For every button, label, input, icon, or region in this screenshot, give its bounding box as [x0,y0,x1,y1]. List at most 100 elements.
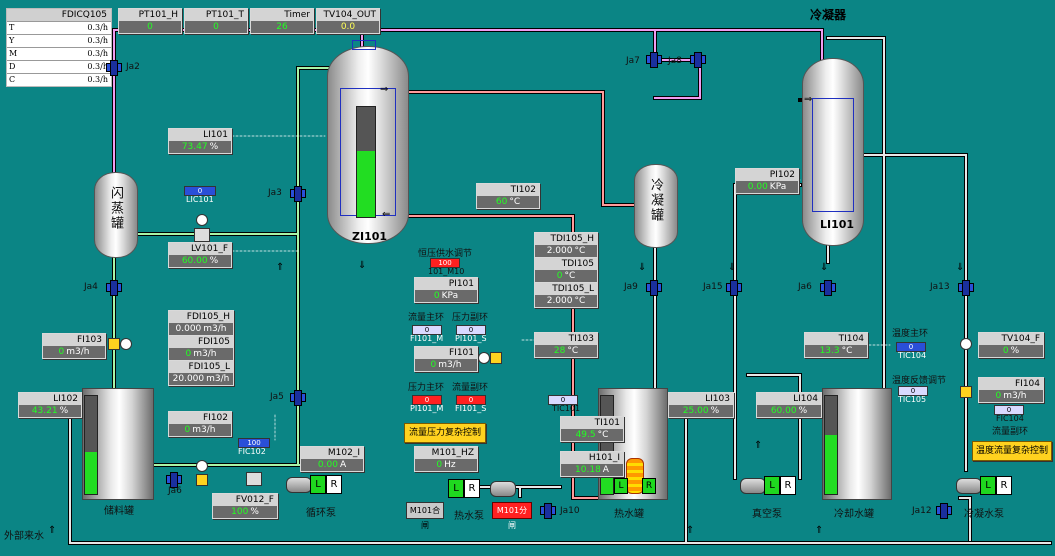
pt101t-tag[interactable]: PT101_T 0 [184,8,248,34]
li101-column-label: LI101 [820,218,855,231]
valve-ja8[interactable] [690,52,706,68]
valve-ja3[interactable] [290,186,306,202]
down-arrow-icon: ⇓ [820,262,829,273]
hot-water-pump-label: 热水泵 [454,511,484,522]
lv101-valve-body[interactable] [194,228,210,242]
pump-remote-button[interactable]: R [996,476,1012,495]
ti104-tag[interactable]: TI104 13.3 °C [804,332,868,358]
fic104-label: FIC104 [996,414,1024,423]
valve-ja10-label: Ja10 [560,506,580,516]
valve-ja6[interactable] [166,472,182,488]
table-row: T 0.3/h [7,21,111,34]
ti102-tag[interactable]: TI102 60 °C [476,183,540,209]
fi103-tag[interactable]: FI103 0 m3/h [42,333,106,359]
valve-ja4[interactable] [106,280,122,296]
pump-remote-button[interactable]: R [780,476,796,495]
h101i-tag[interactable]: H101_I 10.18 A [560,451,624,477]
tank-remote-button[interactable]: R [642,478,656,494]
tank-local-button[interactable]: L [614,478,628,494]
valve-ja5[interactable] [290,390,306,406]
timer-tag[interactable]: Timer 26 [250,8,314,34]
lv101f-tag[interactable]: LV101_F 60.00% [168,242,232,268]
m101-tag-label: 101_M10 [428,267,465,276]
valve-ja9-label: Ja9 [624,282,638,292]
ti103-tag[interactable]: TI103 28 °C [534,332,598,358]
pi101-tag[interactable]: PI101 0 KPa [414,277,478,303]
pt101h-tag[interactable]: PT101_H 0 [118,8,182,34]
cooling-water-pump[interactable]: L R [956,475,1012,495]
condenser-title: 冷凝器 [810,8,847,22]
valve-ja7[interactable] [646,52,662,68]
tdi105l-tag[interactable]: TDI105_L 2.000 °C [534,282,598,308]
flow-sub-loop-label: 流量副环 [452,383,489,393]
li104-tag[interactable]: LI104 60.00% [756,392,822,418]
pump-remote-button[interactable]: R [326,475,342,494]
fdi105h-tag[interactable]: FDI105_H 0.000 m3/h [168,310,234,336]
flow-sub-loop-2-label: 流量副环 [992,427,1029,437]
fi101-flowmeter-icon[interactable] [490,352,502,364]
valve-ja15[interactable] [726,280,742,296]
condenser-tank-label: 冷凝罐 [648,178,663,223]
ti101-tag[interactable]: TI101 49.5 °C [560,416,624,442]
temp-flow-complex-control-button[interactable]: 温度流量复杂控制 [972,441,1052,461]
fdicq105-panel: FDICQ105 T 0.3/h Y 0.3/h M 0.3/h D 0.3/h C 0.… [6,8,112,87]
pipe-network [68,28,1052,545]
fi102-tag[interactable]: FI102 0 m3/h [168,411,232,437]
zi101-top-nozzle [352,40,376,50]
pump-local-button[interactable]: L [980,476,996,495]
fv012f-tag[interactable]: FV012_F 100% [212,493,278,519]
li104-level-fill [825,435,837,494]
pump-local-button[interactable]: L [764,476,780,495]
tv104-out-tag[interactable]: TV104_OUT 0.0 [316,8,380,34]
tdi105-tag[interactable]: TDI105 0 °C [534,257,598,283]
down-arrow-icon: ⇓ [638,262,647,273]
li102-level-fill [85,451,97,494]
pump-remote-button[interactable]: R [464,479,480,498]
fi101m-label: FI101_M [410,334,444,343]
pressure-flow-complex-control-button[interactable]: 流量压力复杂控制 [404,423,486,443]
pump-local-button[interactable]: L [448,479,464,498]
m101-open-button[interactable]: M101分闸 [492,502,532,530]
valve-ja9[interactable] [646,280,662,296]
outlet-arrow-icon: ⇐ [382,209,391,220]
tv104-valve-icon[interactable] [960,338,972,350]
fi103-flowmeter-icon[interactable] [108,338,120,350]
li101-tag[interactable]: LI101 73.47% [168,128,232,154]
m101hz-tag[interactable]: M101_HZ 0 Hz [414,446,478,472]
valve-ja12[interactable] [936,503,952,519]
fdi105l-tag[interactable]: FDI105_L 20.000 m3/h [168,360,234,386]
tv104f-tag[interactable]: TV104_F 0% [978,332,1044,358]
fi101-tag[interactable]: FI101 0 m3/h [414,346,478,372]
circulation-pump-label: 循环泵 [306,508,336,519]
fi102-flowmeter-icon[interactable] [196,474,208,486]
valve-ja16[interactable] [820,280,836,296]
valve-ja13[interactable] [958,280,974,296]
pi102-tag[interactable]: PI102 0.00 KPa [735,168,799,194]
flow-main-loop-label: 流量主环 [408,313,445,323]
li102-tag[interactable]: LI102 43.21% [18,392,82,418]
valve-ja2[interactable] [106,60,122,76]
fi104-flowmeter-icon[interactable] [960,386,972,398]
lv101-control-valve-icon[interactable] [196,214,208,226]
vacuum-pump[interactable]: L R [740,475,796,495]
valve-ja8-label: Ja8 [668,56,682,66]
m101-close-button[interactable]: M101合闸 [406,502,444,530]
li103-level-gauge [600,395,614,495]
fi102-transmitter-icon [196,460,208,472]
valve-ja6-label: Ja6 [168,486,182,496]
zi101-level-gauge [356,106,376,218]
pump-body [490,481,516,497]
fi104-tag[interactable]: FI104 0 m3/h [978,377,1044,403]
pump-body [956,478,982,494]
pi101m-label: PI101_M [410,404,444,413]
hot-water-pump[interactable]: L R [448,478,516,498]
valve-ja10[interactable] [540,503,556,519]
li103-tag[interactable]: LI103 25.00% [668,392,734,418]
tic101-label: TIC101 [552,404,581,413]
m102i-tag[interactable]: M102_I 0.00 A [300,446,364,472]
circulation-pump[interactable]: L R [286,474,342,494]
tdi105h-tag[interactable]: TDI105_H 2.000 °C [534,232,598,258]
fdi105-tag[interactable]: FDI105 0 m3/h [168,335,234,361]
fv012-valve-body[interactable] [246,472,262,486]
pump-local-button[interactable]: L [310,475,326,494]
